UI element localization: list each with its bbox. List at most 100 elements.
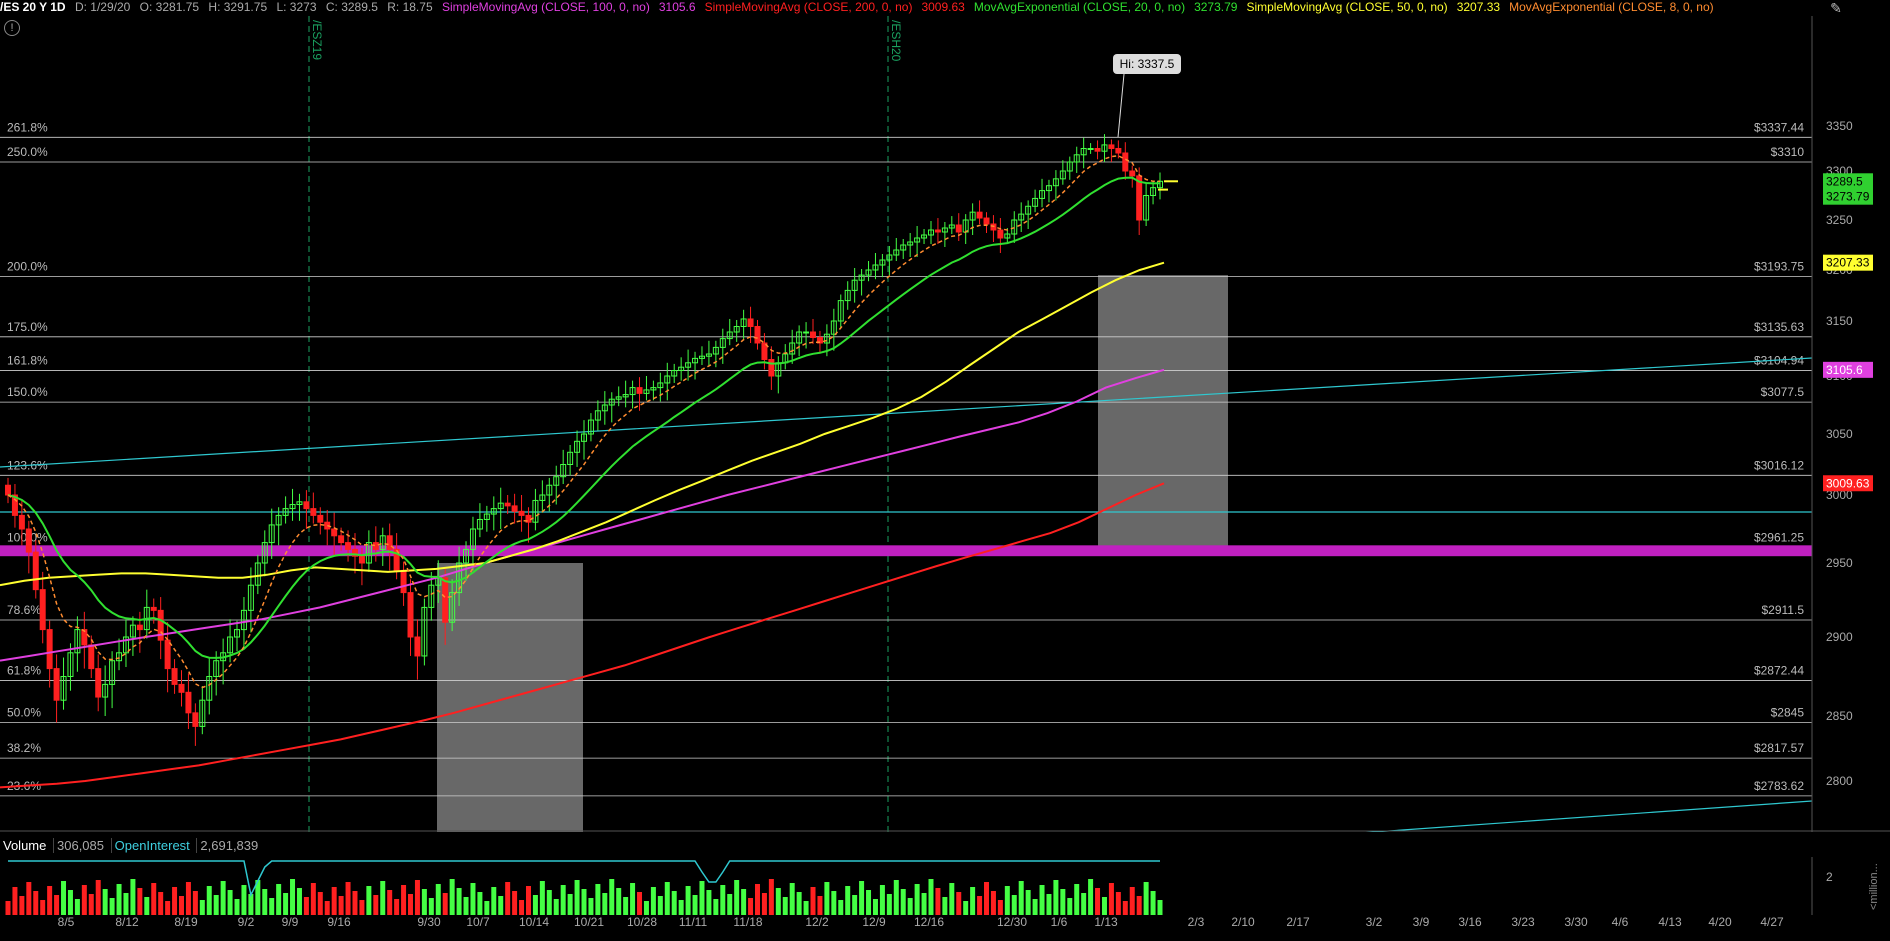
- candle-body: [338, 535, 345, 544]
- volume-bar: [40, 900, 46, 915]
- study-label-4[interactable]: MovAvgExponential (CLOSE, 8, 0, no): [1509, 0, 1714, 14]
- bar-date: D: 1/29/20: [74, 0, 131, 14]
- fib-price-label: $3077.5: [1761, 385, 1805, 399]
- candle-body: [997, 229, 1004, 239]
- volume-bar: [165, 901, 171, 915]
- volume-bar: [900, 889, 906, 915]
- study-label-0[interactable]: SimpleMovingAvg (CLOSE, 100, 0, no): [442, 0, 650, 14]
- symbol-label[interactable]: /ES 20 Y 1D: [0, 0, 66, 14]
- fib-price-label: $2845: [1771, 706, 1805, 720]
- ema20-line: [7, 176, 1161, 659]
- x-tick-label: 10/21: [573, 915, 605, 929]
- volume-bar: [532, 895, 538, 915]
- y-tick-label: 2850: [1826, 709, 1853, 723]
- x-tick-label: 3/23: [1511, 915, 1535, 929]
- volume-bar: [637, 892, 643, 915]
- x-tick-label: 10/7: [466, 915, 490, 929]
- candle-body: [803, 331, 810, 334]
- volume-bar: [178, 896, 184, 915]
- volume-chart[interactable]: 2: [0, 857, 1890, 915]
- volume-value: 306,085: [53, 838, 107, 853]
- fib-price-label: $2961.25: [1754, 531, 1804, 545]
- fib-pct-label: 250.0%: [7, 145, 48, 159]
- volume-bar: [1032, 899, 1038, 915]
- volume-bar: [560, 885, 566, 915]
- x-tick-label: 10/28: [626, 915, 658, 929]
- y-tick-label: 3250: [1826, 213, 1853, 227]
- volume-bar: [491, 887, 497, 915]
- candle-body: [754, 326, 761, 344]
- volume-bar: [213, 895, 219, 915]
- volume-bar: [1060, 889, 1066, 915]
- fib-pct-label: 50.0%: [7, 706, 41, 720]
- contract-marker-label: /ESH20: [889, 20, 903, 62]
- price-badge-label: 3009.63: [1826, 476, 1870, 490]
- volume-bar: [1136, 896, 1142, 915]
- volume-bar: [879, 885, 885, 915]
- volume-bar: [269, 898, 275, 915]
- volume-bar: [595, 884, 601, 915]
- x-tick-label: 4/13: [1658, 915, 1682, 929]
- volume-bar: [262, 889, 268, 915]
- volume-bar: [782, 897, 788, 915]
- candle-body: [511, 505, 518, 512]
- volume-bar: [567, 894, 573, 915]
- candle-body: [1094, 148, 1101, 152]
- candle-body: [136, 624, 143, 631]
- x-tick-label: 8/12: [115, 915, 139, 929]
- volume-bar: [907, 898, 913, 915]
- candle-body: [810, 331, 817, 338]
- volume-bar: [1115, 892, 1121, 915]
- high-label: Hi: 3337.5: [1120, 57, 1175, 71]
- x-tick-label: 11/11: [678, 915, 708, 929]
- volume-bar: [1122, 901, 1128, 915]
- study-label-1[interactable]: SimpleMovingAvg (CLOSE, 200, 0, no): [705, 0, 913, 14]
- study-header-bar: /ES 20 Y 1D D: 1/29/20 O: 3281.75 H: 329…: [0, 0, 1812, 14]
- x-tick-label: 2/3: [1187, 915, 1205, 929]
- volume-bar: [373, 895, 379, 915]
- price-badge-label: 3207.33: [1826, 256, 1870, 270]
- volume-bar: [838, 900, 844, 915]
- volume-bar: [845, 886, 851, 915]
- x-tick-label: 9/16: [327, 915, 351, 929]
- volume-bar: [74, 899, 80, 915]
- trendline-lower: [1365, 800, 1813, 832]
- volume-bar: [643, 901, 649, 915]
- volume-bar: [241, 885, 247, 915]
- volume-bar: [866, 890, 872, 915]
- volume-bar: [206, 886, 212, 915]
- volume-bar: [872, 899, 878, 915]
- study-value-0: 3105.6: [658, 0, 696, 14]
- volume-bar: [977, 896, 983, 915]
- x-tick-label: 2/10: [1231, 915, 1255, 929]
- volume-bar: [338, 896, 344, 915]
- study-value-3: 3207.33: [1456, 0, 1501, 14]
- x-tick-label: 2/17: [1286, 915, 1310, 929]
- x-tick-label: 4/6: [1611, 915, 1629, 929]
- candle-body: [178, 683, 185, 693]
- study-label-2[interactable]: MovAvgExponential (CLOSE, 20, 0, no): [974, 0, 1185, 14]
- candle-body: [636, 387, 643, 394]
- highlight-box-upper: [1098, 275, 1228, 547]
- x-tick-label: 10/14: [518, 915, 550, 929]
- study-label-3[interactable]: SimpleMovingAvg (CLOSE, 50, 0, no): [1246, 0, 1447, 14]
- fib-pct-label: 38.2%: [7, 741, 41, 755]
- drawing-tool-icon[interactable]: ✎: [1826, 0, 1846, 16]
- price-chart[interactable]: /ESZ19/ESH20 261.8% $3337.44 250.0% $3310 200…: [0, 16, 1890, 832]
- volume-bar: [116, 884, 122, 915]
- volume-bar: [199, 900, 205, 915]
- volume-bar: [414, 880, 420, 915]
- open-interest-label: OpenInterest: [110, 838, 193, 853]
- volume-bar: [928, 879, 934, 915]
- bar-high: H: 3291.75: [208, 0, 268, 14]
- volume-bar: [123, 893, 129, 915]
- volume-bar: [852, 895, 858, 915]
- volume-bar: [768, 879, 774, 915]
- volume-bar: [609, 879, 615, 915]
- candle-body: [1087, 148, 1094, 150]
- x-tick-label: 12/30: [996, 915, 1028, 929]
- volume-bar: [1101, 897, 1107, 915]
- volume-bar: [428, 898, 434, 915]
- volume-bar: [623, 897, 629, 915]
- volume-bar: [192, 891, 198, 915]
